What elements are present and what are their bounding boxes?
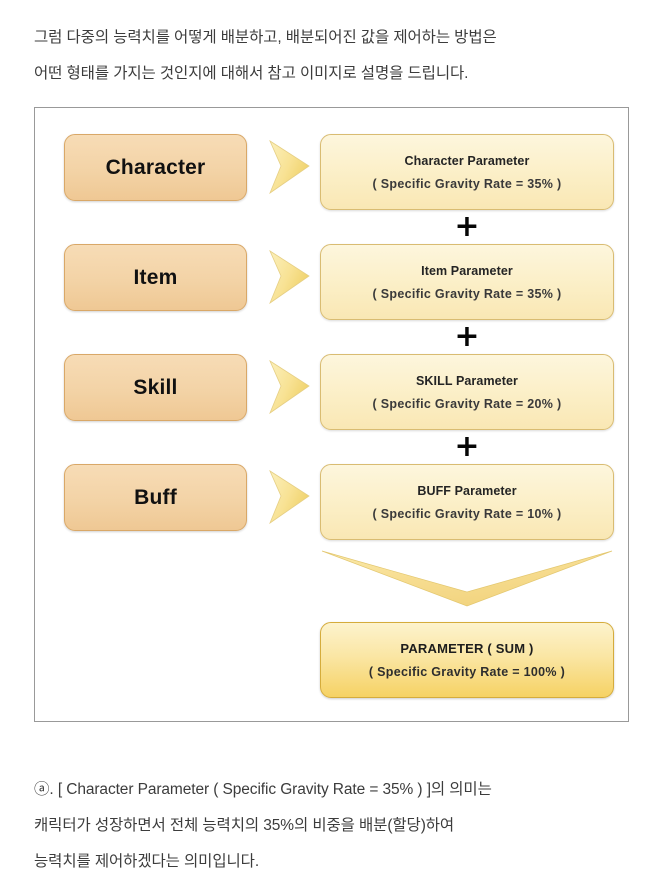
- diagram-row-character: Character Character Parameter ( Specific…: [35, 134, 628, 210]
- chevron-down-merge-icon: [320, 546, 614, 608]
- source-box-item[interactable]: Item: [64, 244, 247, 311]
- chevron-right-icon: [263, 358, 315, 416]
- diagram-row-item: Item Item Parameter ( Specific Gravity R…: [35, 244, 628, 320]
- param-box-skill[interactable]: SKILL Parameter ( Specific Gravity Rate …: [320, 354, 614, 430]
- diagram-row-skill: Skill SKILL Parameter ( Specific Gravity…: [35, 354, 628, 430]
- chevron-right-icon: [263, 138, 315, 196]
- source-box-item-label: Item: [133, 265, 178, 289]
- chevron-right-icon: [263, 468, 315, 526]
- param-box-item-title: Item Parameter: [421, 263, 513, 278]
- param-box-character-rate: ( Specific Gravity Rate = 35% ): [372, 176, 562, 191]
- chevron-right-icon: [263, 248, 315, 306]
- parameter-distribution-diagram: Character Character Parameter ( Specific…: [34, 107, 629, 722]
- operator-plus-1: +: [454, 209, 480, 244]
- param-box-sum-rate: ( Specific Gravity Rate = 100% ): [368, 665, 566, 679]
- param-box-character-title: Character Parameter: [404, 153, 530, 168]
- param-box-buff-title: BUFF Parameter: [417, 483, 517, 498]
- source-box-skill[interactable]: Skill: [64, 354, 247, 421]
- intro-paragraph-line-2: 어떤 형태를 가지는 것인지에 대해서 참고 이미지로 설명을 드립니다.: [34, 65, 469, 82]
- param-box-buff-rate: ( Specific Gravity Rate = 10% ): [372, 506, 562, 521]
- diagram-row-buff: Buff BUFF Parameter ( Specific Gravity R…: [35, 464, 628, 540]
- source-box-skill-label: Skill: [133, 375, 178, 399]
- outro-paragraph-line-1: ⓐ. [ Character Parameter ( Specific Grav…: [34, 781, 492, 798]
- intro-paragraph-line-1: 그럼 다중의 능력치를 어떻게 배분하고, 배분되어진 값을 제어하는 방법은: [34, 29, 497, 46]
- source-box-buff[interactable]: Buff: [64, 464, 247, 531]
- source-box-character-label: Character: [105, 155, 206, 179]
- operator-plus-2: +: [454, 319, 480, 354]
- param-box-item[interactable]: Item Parameter ( Specific Gravity Rate =…: [320, 244, 614, 320]
- source-box-character[interactable]: Character: [64, 134, 247, 201]
- param-box-sum[interactable]: PARAMETER ( SUM ) ( Specific Gravity Rat…: [320, 622, 614, 698]
- param-box-item-rate: ( Specific Gravity Rate = 35% ): [372, 286, 562, 301]
- outro-paragraph-line-2: 캐릭터가 성장하면서 전체 능력치의 35%의 비중을 배분(할당)하여: [34, 817, 455, 834]
- param-box-character[interactable]: Character Parameter ( Specific Gravity R…: [320, 134, 614, 210]
- param-box-skill-rate: ( Specific Gravity Rate = 20% ): [372, 396, 562, 411]
- operator-plus-3: +: [454, 429, 480, 464]
- intro-paragraph: 그럼 다중의 능력치를 어떻게 배분하고, 배분되어진 값을 제어하는 방법은 …: [34, 20, 634, 92]
- param-box-sum-title: PARAMETER ( SUM ): [400, 641, 534, 656]
- outro-paragraph-line-3: 능력치를 제어하겠다는 의미입니다.: [34, 853, 260, 870]
- outro-paragraph: ⓐ. [ Character Parameter ( Specific Grav…: [34, 772, 634, 880]
- source-box-buff-label: Buff: [134, 485, 177, 509]
- param-box-skill-title: SKILL Parameter: [415, 373, 518, 388]
- param-box-buff[interactable]: BUFF Parameter ( Specific Gravity Rate =…: [320, 464, 614, 540]
